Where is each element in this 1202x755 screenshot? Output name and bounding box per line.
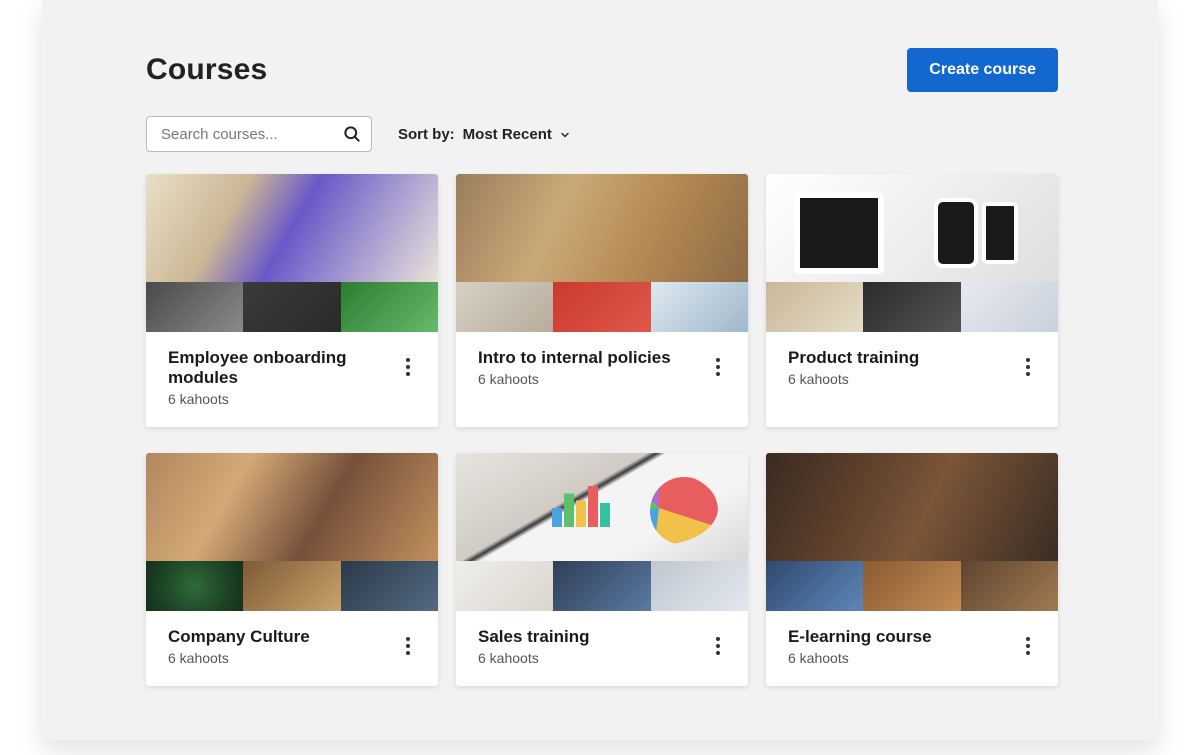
course-title: Product training bbox=[788, 348, 919, 368]
more-options-button[interactable] bbox=[706, 355, 730, 379]
course-card[interactable]: Intro to internal policies 6 kahoots bbox=[456, 174, 748, 427]
course-card[interactable]: Product training 6 kahoots bbox=[766, 174, 1058, 427]
header: Courses Create course bbox=[42, 0, 1158, 92]
more-options-button[interactable] bbox=[396, 355, 420, 379]
sort-control: Sort by: Most Recent bbox=[398, 126, 571, 143]
course-thumbnail bbox=[456, 174, 748, 332]
sort-dropdown[interactable]: Most Recent bbox=[463, 126, 571, 143]
course-title: Employee onboarding modules bbox=[168, 348, 396, 388]
course-card[interactable]: E-learning course 6 kahoots bbox=[766, 453, 1058, 686]
course-subtitle: 6 kahoots bbox=[168, 650, 310, 666]
more-options-button[interactable] bbox=[396, 634, 420, 658]
course-subtitle: 6 kahoots bbox=[168, 391, 396, 407]
sort-label: Sort by: bbox=[398, 126, 455, 143]
more-vertical-icon bbox=[406, 358, 410, 376]
course-card[interactable]: Company Culture 6 kahoots bbox=[146, 453, 438, 686]
course-thumbnail bbox=[146, 174, 438, 332]
more-vertical-icon bbox=[716, 358, 720, 376]
more-vertical-icon bbox=[716, 637, 720, 655]
course-thumbnail bbox=[766, 174, 1058, 332]
more-vertical-icon bbox=[1026, 637, 1030, 655]
course-card[interactable]: Sales training 6 kahoots bbox=[456, 453, 748, 686]
more-vertical-icon bbox=[1026, 358, 1030, 376]
search-icon bbox=[342, 124, 362, 144]
search-input[interactable] bbox=[146, 116, 372, 152]
more-options-button[interactable] bbox=[1016, 634, 1040, 658]
course-title: Sales training bbox=[478, 627, 589, 647]
course-subtitle: 6 kahoots bbox=[478, 371, 671, 387]
course-title: Company Culture bbox=[168, 627, 310, 647]
course-title: E-learning course bbox=[788, 627, 932, 647]
course-title: Intro to internal policies bbox=[478, 348, 671, 368]
create-course-button[interactable]: Create course bbox=[907, 48, 1058, 92]
course-subtitle: 6 kahoots bbox=[788, 650, 932, 666]
course-card[interactable]: Employee onboarding modules 6 kahoots bbox=[146, 174, 438, 427]
page-title: Courses bbox=[146, 53, 267, 87]
more-options-button[interactable] bbox=[1016, 355, 1040, 379]
course-subtitle: 6 kahoots bbox=[788, 371, 919, 387]
course-thumbnail bbox=[456, 453, 748, 611]
course-thumbnail bbox=[766, 453, 1058, 611]
course-thumbnail bbox=[146, 453, 438, 611]
sort-value-text: Most Recent bbox=[463, 126, 552, 143]
more-vertical-icon bbox=[406, 637, 410, 655]
controls-row: Sort by: Most Recent bbox=[42, 92, 1158, 152]
search-wrap bbox=[146, 116, 372, 152]
more-options-button[interactable] bbox=[706, 634, 730, 658]
course-subtitle: 6 kahoots bbox=[478, 650, 589, 666]
course-grid: Employee onboarding modules 6 kahoots In… bbox=[42, 152, 1158, 686]
courses-panel: Courses Create course Sort by: Most Rece… bbox=[42, 0, 1158, 740]
chevron-down-icon bbox=[559, 128, 571, 140]
